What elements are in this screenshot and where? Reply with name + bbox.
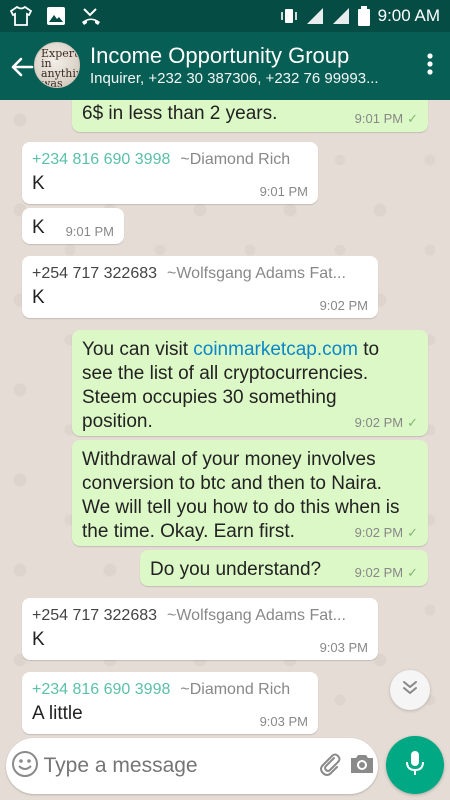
message-bubble-incoming[interactable]: +254 717 322683 ~Wolfsgang Adams Fat... … — [22, 598, 378, 660]
sender-phone[interactable]: +234 816 690 3998 — [32, 150, 170, 170]
attach-icon[interactable] — [317, 751, 343, 782]
scroll-to-bottom-button[interactable] — [390, 670, 430, 710]
message-time: 9:02 PM ✓ — [354, 525, 418, 540]
message-bubble-outgoing[interactable]: Do you understand? 9:02 PM ✓ — [140, 550, 428, 586]
sender-phone[interactable]: +234 816 690 3998 — [32, 680, 170, 700]
read-tick-icon: ✓ — [407, 111, 418, 126]
sender-phone[interactable]: +254 717 322683 — [32, 606, 157, 626]
avatar-text: Expert in anything was once a beginner — [41, 47, 79, 88]
emoji-button[interactable] — [6, 738, 44, 794]
page-title[interactable]: Income Opportunity Group — [90, 43, 410, 69]
group-info[interactable]: Income Opportunity Group Inquirer, +232 … — [80, 43, 410, 89]
status-bar: 9:00 AM — [0, 0, 450, 32]
sender-name: ~Diamond Rich — [180, 681, 291, 698]
message-composer — [6, 738, 378, 794]
message-input[interactable] — [43, 754, 315, 778]
emoji-icon[interactable] — [11, 750, 39, 783]
back-button[interactable]: Expert in anything was once a beginner — [0, 32, 80, 100]
message-bubble-incoming[interactable]: +254 717 322683 ~Wolfsgang Adams Fat... … — [22, 256, 378, 318]
sender-name: ~Diamond Rich — [180, 151, 291, 168]
vibrate-icon — [280, 6, 298, 26]
camera-button[interactable] — [346, 738, 378, 794]
avatar[interactable]: Expert in anything was once a beginner — [34, 42, 80, 88]
message-time: 9:03 PM — [319, 640, 368, 655]
attach-button[interactable] — [315, 738, 347, 794]
chat-header: Expert in anything was once a beginner I… — [0, 32, 450, 100]
message-bubble-incoming[interactable]: K 9:01 PM — [22, 208, 124, 244]
camera-icon[interactable] — [349, 753, 375, 780]
voice-message-button[interactable] — [386, 736, 444, 794]
message-time: 9:01 PM — [259, 184, 308, 199]
missed-call-icon — [80, 6, 102, 26]
message-time: 9:02 PM ✓ — [354, 415, 418, 430]
clock-time: 9:00 AM — [377, 6, 440, 25]
message-bubble-outgoing[interactable]: 6$ in less than 2 years. 9:01 PM ✓ — [72, 100, 428, 132]
shirt-icon — [10, 6, 32, 26]
read-tick-icon: ✓ — [407, 415, 418, 430]
message-bubble-incoming[interactable]: +234 816 690 3998 ~Diamond Rich A little… — [22, 672, 318, 734]
battery-icon — [357, 6, 370, 26]
message-time: 9:01 PM ✓ — [354, 111, 418, 126]
message-list[interactable]: 6$ in less than 2 years. 9:01 PM ✓ +234 8… — [0, 100, 450, 740]
sender-row: +234 816 690 3998 ~Diamond Rich — [32, 680, 308, 700]
signal-icon — [332, 7, 350, 25]
sender-row: +234 816 690 3998 ~Diamond Rich — [32, 150, 308, 170]
more-vert-icon[interactable] — [426, 52, 434, 81]
image-icon — [46, 6, 66, 26]
message-time: 9:02 PM ✓ — [354, 565, 418, 580]
message-time: 9:02 PM — [319, 298, 368, 313]
read-tick-icon: ✓ — [407, 525, 418, 540]
message-time: 9:03 PM — [259, 714, 308, 729]
message-time: 9:01 PM — [65, 224, 114, 239]
sender-name: ~Wolfsgang Adams Fat... — [167, 607, 346, 624]
sender-row: +254 717 322683 ~Wolfsgang Adams Fat... — [32, 264, 368, 284]
chevron-double-down-icon[interactable] — [401, 679, 419, 702]
overflow-menu-button[interactable] — [410, 32, 450, 100]
back-arrow-icon[interactable] — [8, 53, 36, 81]
read-tick-icon: ✓ — [407, 565, 418, 580]
message-bubble-incoming[interactable]: +234 816 690 3998 ~Diamond Rich K 9:01 P… — [22, 142, 318, 204]
mic-icon[interactable] — [404, 749, 426, 782]
sender-row: +254 717 322683 ~Wolfsgang Adams Fat... — [32, 606, 368, 626]
participants-subtitle[interactable]: Inquirer, +232 30 387306, +232 76 99993.… — [90, 69, 410, 89]
message-bubble-outgoing[interactable]: You can visit coinmarketcap.com to see t… — [72, 330, 428, 436]
sender-phone[interactable]: +254 717 322683 — [32, 264, 157, 284]
message-text: K — [32, 629, 45, 650]
signal-icon — [306, 7, 324, 25]
sender-name: ~Wolfsgang Adams Fat... — [167, 265, 346, 282]
message-text: K — [32, 287, 45, 308]
message-link[interactable]: coinmarketcap.com — [193, 339, 358, 360]
message-bubble-outgoing[interactable]: Withdrawal of your money involves conver… — [72, 440, 428, 546]
